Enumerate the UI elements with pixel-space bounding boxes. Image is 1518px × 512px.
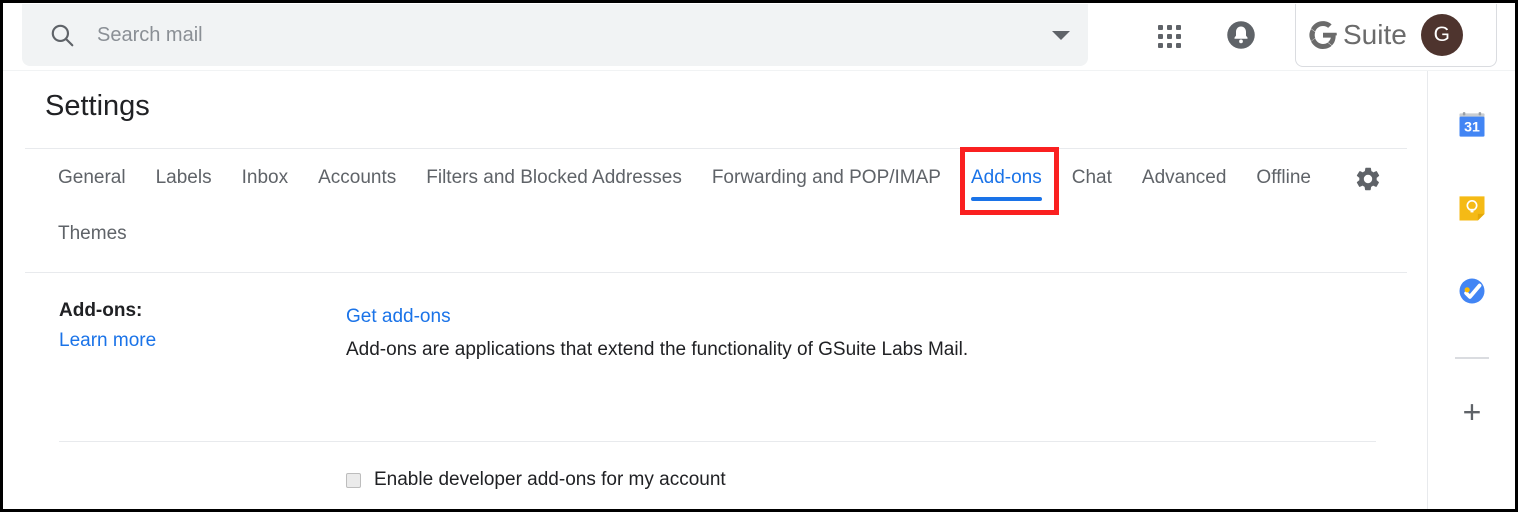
svg-text:31: 31 [1464, 119, 1480, 135]
search-input[interactable] [97, 19, 1034, 51]
gsuite-logo: Suite [1308, 19, 1407, 51]
avatar[interactable]: G [1420, 14, 1463, 56]
gsuite-brand-label: Suite [1343, 19, 1407, 50]
search-icon [49, 22, 75, 48]
tab-inbox[interactable]: Inbox [242, 149, 288, 205]
settings-tabs-row: General Labels Inbox Accounts Filters and Bl… [25, 149, 1407, 261]
active-tab-underline [970, 197, 1042, 201]
addons-section-label: Add-ons: [59, 300, 143, 321]
search-bar[interactable] [22, 4, 1088, 66]
get-addons-link[interactable]: Get add-ons [346, 306, 451, 328]
tab-forwarding-and-pop-imap[interactable]: Forwarding and POP/IMAP [712, 149, 941, 205]
tasks-button[interactable] [1451, 271, 1493, 313]
apps-grid-button[interactable] [1148, 15, 1190, 57]
add-addon-button[interactable]: + [1451, 391, 1493, 433]
tab-labels[interactable]: Labels [156, 149, 212, 205]
sidebar-divider [1455, 357, 1489, 359]
tab-accounts[interactable]: Accounts [318, 149, 396, 205]
bell-icon [1226, 20, 1256, 53]
apps-grid-icon [1157, 24, 1181, 48]
settings-main: Settings General Labels Inbox Accounts Filte… [3, 71, 1428, 509]
notifications-button[interactable] [1220, 15, 1262, 57]
content-divider [59, 441, 1376, 442]
google-g-icon [1308, 20, 1338, 50]
tab-general[interactable]: General [58, 149, 126, 205]
developer-addons-row[interactable]: Enable developer add-ons for my account [346, 469, 726, 491]
chevron-down-icon [1052, 30, 1070, 40]
page-title: Settings [45, 90, 150, 122]
addons-body-column: Get add-ons Add-ons are applications tha… [346, 306, 1386, 361]
tab-themes[interactable]: Themes [58, 205, 127, 261]
keep-icon [1457, 193, 1487, 226]
tasks-icon [1457, 276, 1487, 309]
tab-filters-and-blocked-addresses[interactable]: Filters and Blocked Addresses [426, 149, 682, 205]
addons-label-column: Add-ons: Learn more [59, 300, 309, 352]
plus-icon: + [1462, 394, 1482, 430]
addons-description: Add-ons are applications that extend the… [346, 339, 969, 360]
learn-more-link[interactable]: Learn more [59, 330, 156, 352]
developer-addons-label: Enable developer add-ons for my account [374, 469, 726, 490]
tab-advanced[interactable]: Advanced [1142, 149, 1227, 205]
account-chip[interactable]: Suite G [1295, 4, 1497, 67]
tab-chat[interactable]: Chat [1072, 149, 1112, 205]
right-side-panel: 31 + [1429, 71, 1515, 509]
tab-add-ons[interactable]: Add-ons [970, 149, 1042, 205]
settings-tabs: General Labels Inbox Accounts Filters and Bl… [25, 149, 1407, 261]
calendar-icon: 31 [1457, 110, 1487, 143]
calendar-button[interactable]: 31 [1451, 105, 1493, 147]
tab-offline[interactable]: Offline [1256, 149, 1311, 205]
search-options-button[interactable] [1034, 4, 1088, 66]
gmail-settings-page: Suite G Settings General Labels Inbox Accou… [0, 0, 1518, 512]
keep-button[interactable] [1451, 188, 1493, 230]
tabs-divider [25, 272, 1407, 273]
app-header: Suite G [3, 3, 1515, 71]
developer-addons-checkbox[interactable] [346, 472, 361, 488]
